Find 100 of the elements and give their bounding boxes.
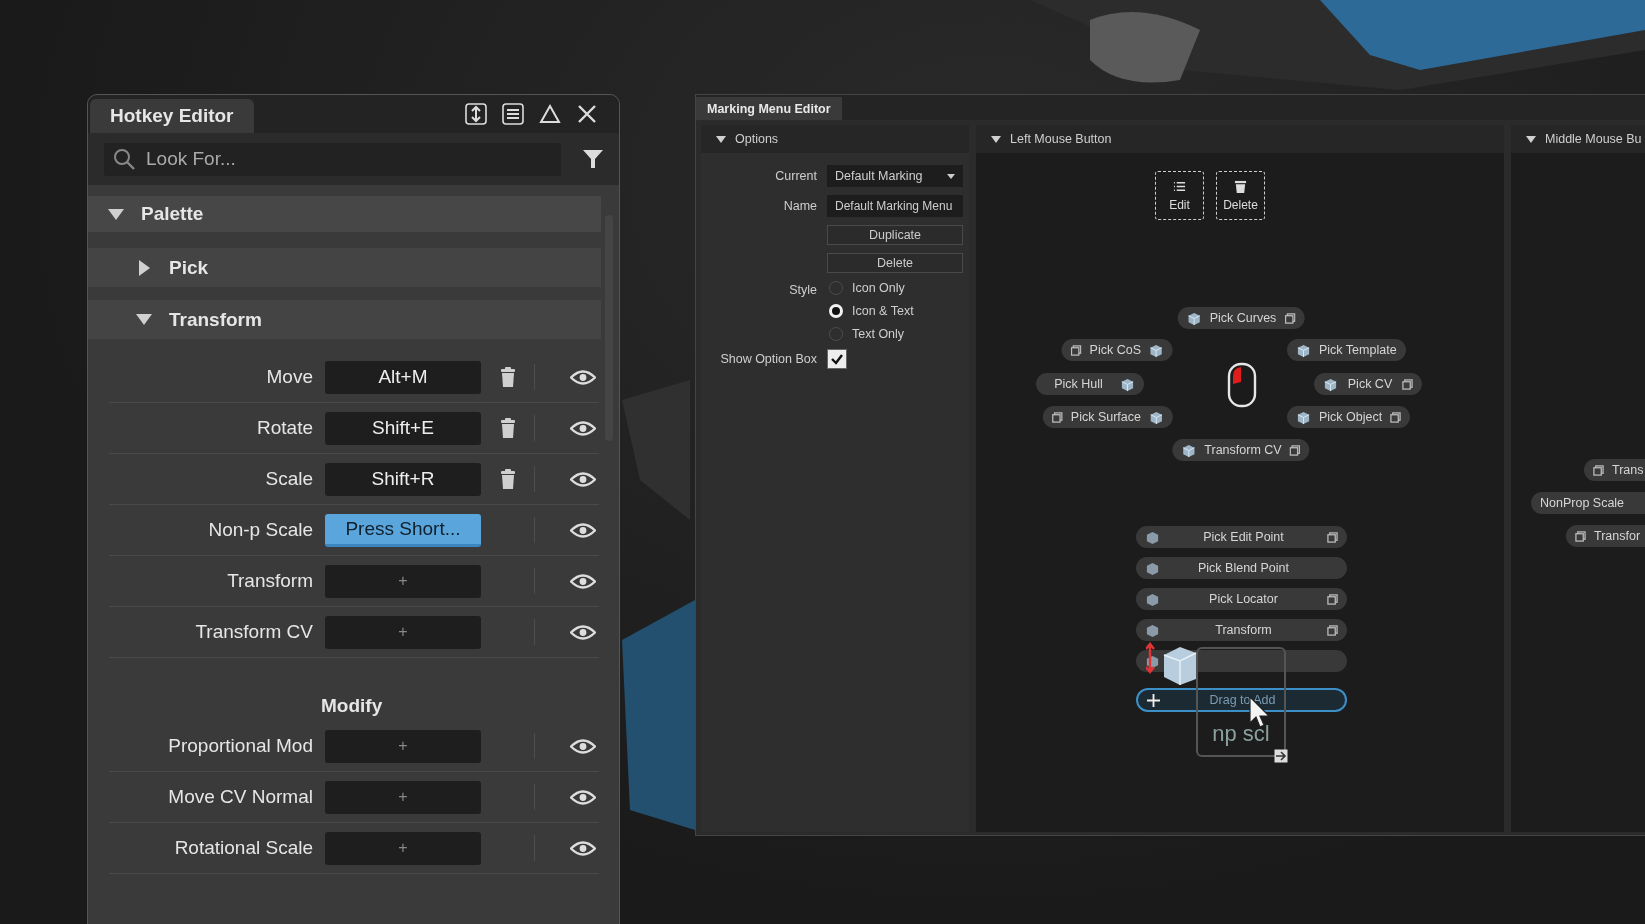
command-name: Rotational Scale: [173, 837, 314, 859]
trash-icon: [1234, 179, 1247, 193]
name-field[interactable]: Default Marking Menu: [827, 195, 963, 217]
delete-button[interactable]: Delete: [1216, 171, 1265, 220]
field-label: Show Option Box: [719, 352, 817, 366]
window-title[interactable]: Hotkey Editor: [90, 99, 254, 133]
menu-item[interactable]: Pick Edit Point: [1136, 526, 1347, 548]
menu-item[interactable]: Pick Hull: [1036, 373, 1144, 395]
expand-icon[interactable]: [465, 103, 487, 125]
dropdown[interactable]: Default Marking: [827, 165, 963, 187]
menu-item[interactable]: Pick Locator: [1136, 588, 1347, 610]
option-box-icon[interactable]: [1327, 531, 1338, 543]
triangle-icon[interactable]: [539, 103, 561, 125]
menu-item[interactable]: Pick Object: [1287, 406, 1411, 428]
eye-icon[interactable]: [570, 470, 596, 488]
search-box[interactable]: Look For...: [104, 142, 561, 176]
eye-icon[interactable]: [570, 521, 596, 539]
menu-item[interactable]: Pick Template: [1287, 339, 1406, 361]
field-label: Name: [782, 199, 817, 213]
option-box-icon[interactable]: [1402, 378, 1413, 390]
option-box-icon[interactable]: [1593, 464, 1604, 476]
menu-item[interactable]: Pick Blend Point: [1136, 557, 1347, 579]
option-button[interactable]: Delete: [827, 253, 963, 273]
command-name: Rotate: [256, 417, 314, 439]
tree-item[interactable]: Transform: [88, 300, 601, 339]
menu-item[interactable]: Pick Surface: [1042, 406, 1173, 428]
menu-item[interactable]: Transfor: [1566, 525, 1645, 547]
shortcut-field[interactable]: +: [325, 615, 481, 649]
eye-icon[interactable]: [570, 737, 596, 755]
shortcut-field[interactable]: Press Short...: [325, 513, 481, 547]
cube-icon: [1145, 622, 1160, 638]
command-name: Non-p Scale: [207, 519, 314, 541]
option-box-icon[interactable]: [1289, 444, 1301, 456]
radio-option[interactable]: Text Only: [829, 327, 963, 341]
menu-item[interactable]: Pick CoS: [1061, 339, 1173, 361]
close-icon[interactable]: [576, 103, 598, 125]
filter-icon[interactable]: [581, 147, 605, 171]
tree-item[interactable]: Pick: [88, 248, 601, 287]
shortcut-field[interactable]: Alt+M: [325, 360, 481, 394]
menu-item[interactable]: Trans: [1584, 459, 1645, 481]
panel-header[interactable]: Options: [701, 125, 969, 153]
cube-icon: [1296, 342, 1311, 358]
check-icon: [830, 352, 844, 366]
eye-icon[interactable]: [570, 839, 596, 857]
tree-item[interactable]: Palette: [88, 196, 601, 232]
arrow-icon: [1274, 749, 1288, 763]
menu-item[interactable]: Transform: [1136, 619, 1347, 641]
list-icon: [1173, 179, 1186, 193]
radio-option[interactable]: Icon & Text: [829, 304, 963, 318]
panel-header[interactable]: Left Mouse Button: [976, 125, 1504, 153]
trash-icon[interactable]: [499, 469, 516, 489]
cube-icon: [1145, 560, 1160, 576]
command-name: Move CV Normal: [167, 786, 314, 808]
shortcut-field[interactable]: Shift+E: [325, 411, 481, 445]
shortcut-field[interactable]: +: [325, 831, 481, 865]
option-box-icon[interactable]: [1390, 411, 1402, 423]
eye-icon[interactable]: [570, 419, 596, 437]
radio-option[interactable]: Icon Only: [829, 281, 963, 295]
menu-item[interactable]: NonProp Scale: [1531, 492, 1645, 514]
shortcut-field[interactable]: Shift+R: [325, 462, 481, 496]
option-box-icon[interactable]: [1575, 530, 1586, 542]
menu-item[interactable]: Pick CV: [1314, 373, 1422, 395]
option-box-icon[interactable]: [1070, 344, 1082, 356]
field-label: Current: [774, 169, 817, 183]
eye-icon[interactable]: [570, 623, 596, 641]
shortcut-field[interactable]: +: [325, 564, 481, 598]
eye-icon[interactable]: [570, 572, 596, 590]
cube-icon: [1149, 409, 1164, 425]
cube-icon: [1323, 376, 1338, 392]
eye-icon[interactable]: [570, 368, 596, 386]
cube-icon: [1145, 529, 1160, 545]
option-button[interactable]: Duplicate: [827, 225, 963, 245]
command-name: Scale: [264, 468, 314, 490]
command-name: Proportional Mod: [167, 735, 314, 757]
command-name: Transform: [226, 570, 314, 592]
cube-icon: [1149, 342, 1164, 358]
cube-icon: [1186, 310, 1202, 326]
search-icon: [112, 147, 136, 171]
menu-icon[interactable]: [502, 103, 524, 125]
field-label: Style: [788, 282, 817, 297]
menu-item[interactable]: Transform CV: [1172, 439, 1310, 461]
option-box-icon[interactable]: [1327, 593, 1338, 605]
cube-icon: [1296, 409, 1311, 425]
shortcut-field[interactable]: +: [325, 780, 481, 814]
option-box-icon[interactable]: [1051, 411, 1063, 423]
option-box-icon[interactable]: [1284, 312, 1296, 324]
edit-button[interactable]: Edit: [1155, 171, 1204, 220]
trash-icon[interactable]: [499, 418, 516, 438]
shortcut-field[interactable]: +: [325, 729, 481, 763]
menu-item[interactable]: Pick Curves: [1177, 307, 1305, 329]
eye-icon[interactable]: [570, 788, 596, 806]
window-title[interactable]: Marking Menu Editor: [696, 97, 842, 120]
command-name: Transform CV: [194, 621, 314, 643]
panel-header[interactable]: Middle Mouse Bu: [1511, 125, 1645, 153]
trash-icon[interactable]: [499, 367, 516, 387]
option-box-icon[interactable]: [1327, 624, 1338, 636]
cube-icon: [1120, 376, 1135, 392]
mouse-icon: [1227, 362, 1257, 408]
checkbox[interactable]: [827, 349, 847, 369]
command-name: Move: [265, 366, 314, 388]
